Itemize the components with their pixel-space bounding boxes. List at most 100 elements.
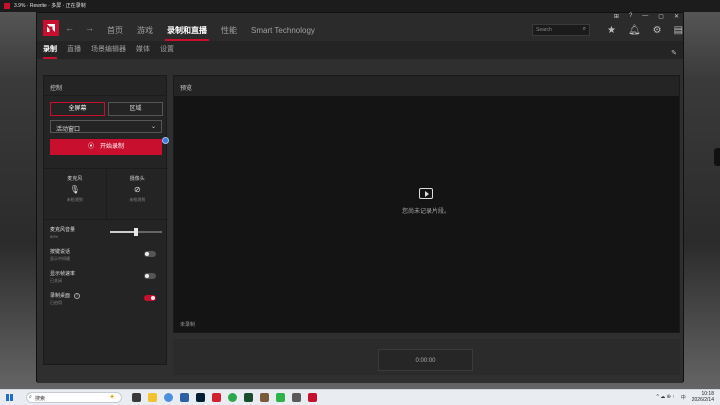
- notification-bell-icon[interactable]: 🔔︎: [628, 26, 641, 36]
- mic-volume-slider[interactable]: [110, 228, 162, 236]
- push-to-talk-status: 显示中间键: [50, 256, 70, 261]
- forward-arrow-icon[interactable]: →: [85, 23, 94, 33]
- wps-icon[interactable]: [212, 393, 221, 402]
- show-fps-row: 显示帧速率 已关闭: [50, 270, 162, 286]
- camera-off-icon: ⊘: [133, 185, 141, 194]
- mic-volume-row: 麦克风音量 50%: [50, 226, 162, 242]
- mic-volume-knob[interactable]: [134, 228, 138, 236]
- tray-icons[interactable]: ^ ☁ ⊕ ↑: [657, 394, 675, 400]
- tab-smart-technology[interactable]: Smart Technology: [249, 13, 317, 41]
- tab-home[interactable]: 首页: [105, 13, 125, 41]
- snap-icon[interactable]: ⊞: [614, 13, 619, 20]
- info-icon[interactable]: ?: [74, 292, 81, 299]
- record-page: 控制 全屏幕 区域 活动窗口 ⌄ ⦿ 开始录制 麦克风 🎙︎ 未检测到 摄像头 …: [37, 59, 683, 383]
- microphone-tile[interactable]: 麦克风 🎙︎ 未检测到: [44, 169, 107, 219]
- window-titlebar: 3.9% · Rewrite · 多屏 · 正在录制: [0, 0, 720, 12]
- record-desktop-status: 已启用: [50, 300, 62, 305]
- window-controls: ⊞ ? — ▢ ✕: [614, 13, 679, 20]
- side-panel-handle[interactable]: [714, 148, 720, 166]
- help-icon[interactable]: ?: [629, 13, 632, 20]
- microphone-muted-icon: 🎙︎: [69, 185, 80, 194]
- no-clips-message: 您尚未记录片段。: [401, 209, 450, 215]
- file-explorer-icon[interactable]: [148, 393, 157, 402]
- clock-date: 2026/2/14: [691, 397, 714, 403]
- record-desktop-toggle[interactable]: [144, 295, 156, 301]
- fullscreen-option[interactable]: 全屏幕: [50, 102, 105, 116]
- taskbar-pinned-apps: [132, 393, 317, 402]
- mouse-cursor-indicator: [162, 137, 169, 144]
- region-option[interactable]: 区域: [108, 102, 163, 116]
- minimize-icon[interactable]: —: [642, 13, 648, 20]
- settings-gear-icon[interactable]: ⚙: [653, 26, 662, 36]
- play-icon: [419, 188, 433, 199]
- sidebar-panel-icon[interactable]: ▤: [674, 26, 683, 36]
- recording-status: 未录制: [180, 322, 196, 328]
- chrome-icon[interactable]: [164, 393, 173, 402]
- system-clock[interactable]: 10:18 2026/2/14: [692, 391, 714, 403]
- top-tabs: 首页 游戏 录制和直播 性能 Smart Technology: [105, 13, 317, 41]
- photoshop-icon[interactable]: [196, 393, 205, 402]
- subtab-scene-editor[interactable]: 场景编辑器: [91, 41, 126, 59]
- record-desktop-label: 录制桌面: [50, 293, 71, 299]
- sub-tabs: 录制 直播 场景编辑器 媒体 设置 ✎: [37, 41, 683, 59]
- recording-timer: 0:00:00: [378, 349, 473, 371]
- amd-logo-icon[interactable]: [43, 20, 59, 36]
- push-to-talk-toggle[interactable]: [144, 251, 156, 257]
- taskbar-search-placeholder: 搜索: [35, 396, 46, 402]
- task-view-icon[interactable]: [132, 393, 141, 402]
- amd-software-window: ← → 首页 游戏 录制和直播 性能 Smart Technology Sear…: [36, 12, 684, 383]
- control-panel-title: 控制: [44, 76, 166, 96]
- start-recording-label: 开始录制: [100, 144, 125, 150]
- tab-record-stream[interactable]: 录制和直播: [165, 13, 209, 41]
- star-icon[interactable]: ★: [607, 26, 616, 36]
- search-input[interactable]: Search ⌕: [532, 24, 590, 36]
- input-devices: 麦克风 🎙︎ 未检测到 摄像头 ⊘ 未检测到: [44, 168, 168, 220]
- input-language[interactable]: 中: [681, 394, 686, 401]
- tab-games[interactable]: 游戏: [135, 13, 155, 41]
- subtab-record[interactable]: 录制: [43, 41, 57, 59]
- mic-volume-value: 50%: [50, 234, 59, 239]
- terminal-app-icon[interactable]: [244, 393, 253, 402]
- record-icon: ⦿: [87, 144, 94, 150]
- search-icon: ⌕: [29, 394, 32, 400]
- window-select-dropdown[interactable]: 活动窗口 ⌄: [50, 120, 162, 133]
- back-arrow-icon[interactable]: ←: [65, 23, 74, 33]
- maximize-icon[interactable]: ▢: [658, 13, 664, 20]
- subtab-stream[interactable]: 直播: [67, 41, 81, 59]
- chevron-down-icon: ⌄: [150, 124, 156, 130]
- microphone-label: 麦克风: [67, 176, 83, 182]
- amd-taskbar-icon[interactable]: [308, 393, 317, 402]
- show-fps-status: 已关闭: [50, 278, 62, 283]
- green-app-icon[interactable]: [228, 393, 237, 402]
- top-navigation-bar: ← → 首页 游戏 录制和直播 性能 Smart Technology Sear…: [37, 13, 683, 41]
- search-icon: ⌕: [582, 26, 586, 32]
- camera-status: 未检测到: [129, 197, 146, 202]
- tab-performance[interactable]: 性能: [219, 13, 239, 41]
- search-highlight-icon: ✦: [109, 394, 115, 401]
- windows-start-icon[interactable]: [6, 394, 13, 401]
- push-to-talk-row: 按键说话 显示中间键: [50, 248, 162, 264]
- window-select-value: 活动窗口: [56, 127, 81, 133]
- start-recording-button[interactable]: ⦿ 开始录制: [50, 139, 162, 155]
- search-placeholder: Search: [536, 27, 552, 33]
- control-panel: 控制 全屏幕 区域 活动窗口 ⌄ ⦿ 开始录制 麦克风 🎙︎ 未检测到 摄像头 …: [43, 75, 169, 365]
- word-icon[interactable]: [180, 393, 189, 402]
- microphone-status: 未检测到: [66, 197, 83, 202]
- show-fps-toggle[interactable]: [144, 273, 156, 279]
- capture-mode-selector: 全屏幕 区域: [50, 102, 163, 116]
- archive-app-icon[interactable]: [260, 393, 269, 402]
- camera-tile[interactable]: 摄像头 ⊘ 未检测到: [107, 169, 169, 219]
- app-small-icon: [4, 3, 10, 9]
- preview-title: 预览: [174, 76, 679, 96]
- dark-app-icon[interactable]: [292, 393, 301, 402]
- record-desktop-row: 录制桌面? 已启用: [50, 292, 162, 308]
- top-right-icons: ★ 🔔︎ ⚙ ▤: [607, 26, 683, 36]
- mic-volume-fill: [110, 231, 136, 233]
- subtab-settings[interactable]: 设置: [160, 41, 174, 59]
- taskbar-search-box[interactable]: ⌕ 搜索 ✦: [26, 392, 122, 403]
- subtab-media[interactable]: 媒体: [136, 41, 150, 59]
- window-title: 3.9% · Rewrite · 多屏 · 正在录制: [14, 3, 86, 9]
- preview-panel: 预览 您尚未记录片段。 未录制: [173, 75, 680, 333]
- close-icon[interactable]: ✕: [674, 13, 679, 20]
- wechat-icon[interactable]: [276, 393, 285, 402]
